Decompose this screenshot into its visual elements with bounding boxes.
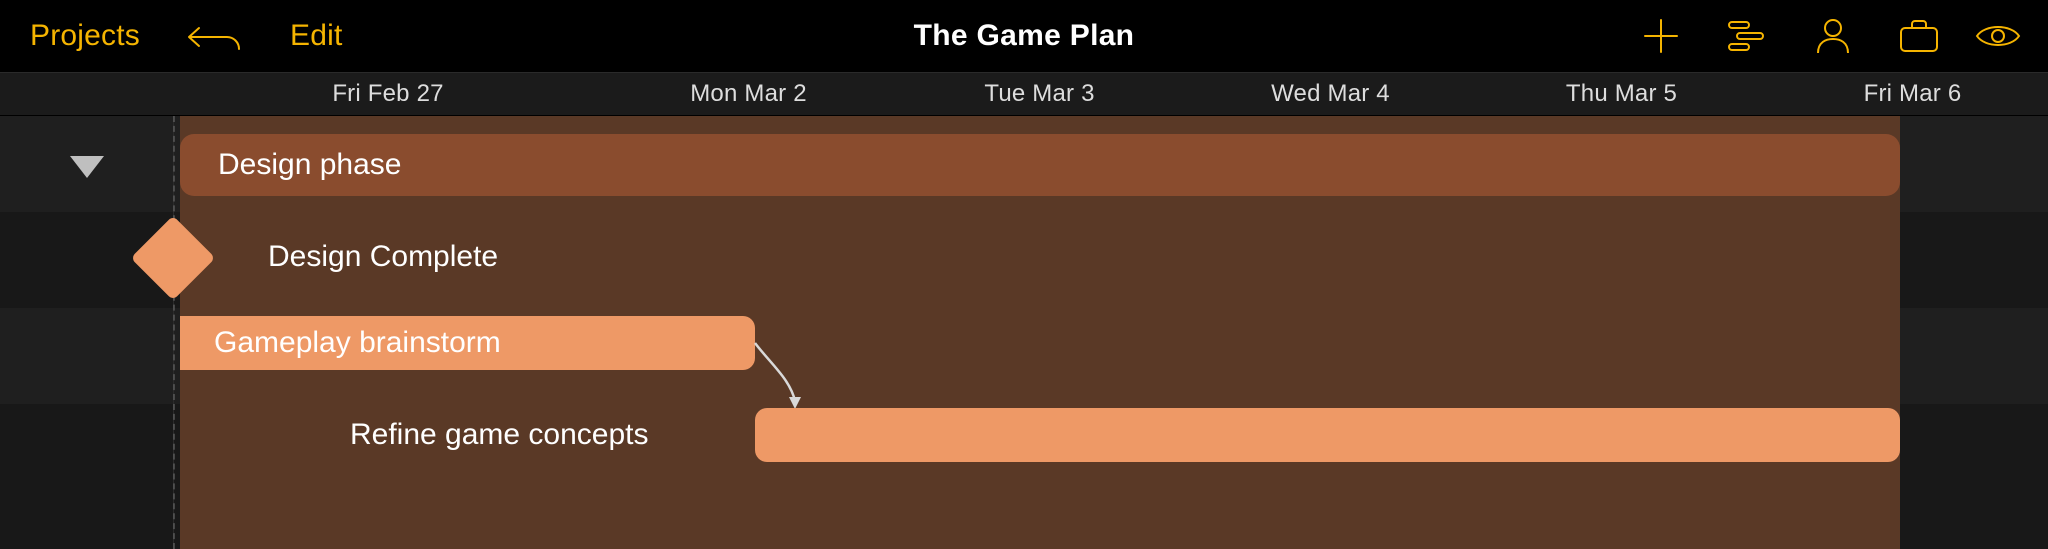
phase-bar[interactable]: Design phase [180, 134, 1900, 196]
plus-icon [1643, 18, 1679, 54]
date-column: Thu Mar 5 [1476, 73, 1767, 115]
task-label-refine: Refine game concepts [350, 404, 649, 466]
timeline-header: u Feb 26Fri Feb 27Mon Mar 2Tue Mar 3Wed … [0, 72, 2048, 116]
date-column: Wed Mar 4 [1185, 73, 1476, 115]
milestone-label: Design Complete [268, 226, 498, 288]
project-title: The Game Plan [914, 19, 1135, 53]
view-button[interactable] [1962, 0, 2048, 72]
list-icon [1727, 19, 1767, 53]
toolbar: Projects Edit The Game Plan [0, 0, 2048, 72]
add-button[interactable] [1618, 0, 1704, 72]
phase-label: Design phase [218, 148, 401, 182]
briefcase-button[interactable] [1876, 0, 1962, 72]
projects-button[interactable]: Projects [0, 0, 160, 72]
date-column: Fri Mar 6 [1767, 73, 2048, 115]
person-icon [1814, 17, 1852, 55]
briefcase-icon [1898, 18, 1940, 54]
task-bar-refine[interactable] [755, 408, 1900, 462]
projects-label: Projects [30, 19, 140, 53]
today-marker [173, 116, 175, 549]
edit-label: Edit [290, 19, 343, 53]
undo-icon [187, 18, 243, 54]
disclosure-triangle[interactable] [70, 156, 104, 178]
date-column: Mon Mar 2 [603, 73, 894, 115]
edit-button[interactable]: Edit [270, 0, 363, 72]
date-column: Fri Feb 27 [173, 73, 603, 115]
date-column: Tue Mar 3 [894, 73, 1185, 115]
tasks-list-button[interactable] [1704, 0, 1790, 72]
gantt-chart[interactable]: Design phase Design Complete Gameplay br… [0, 116, 2048, 549]
undo-button[interactable] [160, 0, 270, 72]
eye-icon [1975, 21, 2021, 51]
task-label: Gameplay brainstorm [214, 326, 501, 360]
task-bar-brainstorm[interactable]: Gameplay brainstorm [180, 316, 755, 370]
assignee-button[interactable] [1790, 0, 1876, 72]
date-column: u Feb 26 [0, 73, 173, 115]
